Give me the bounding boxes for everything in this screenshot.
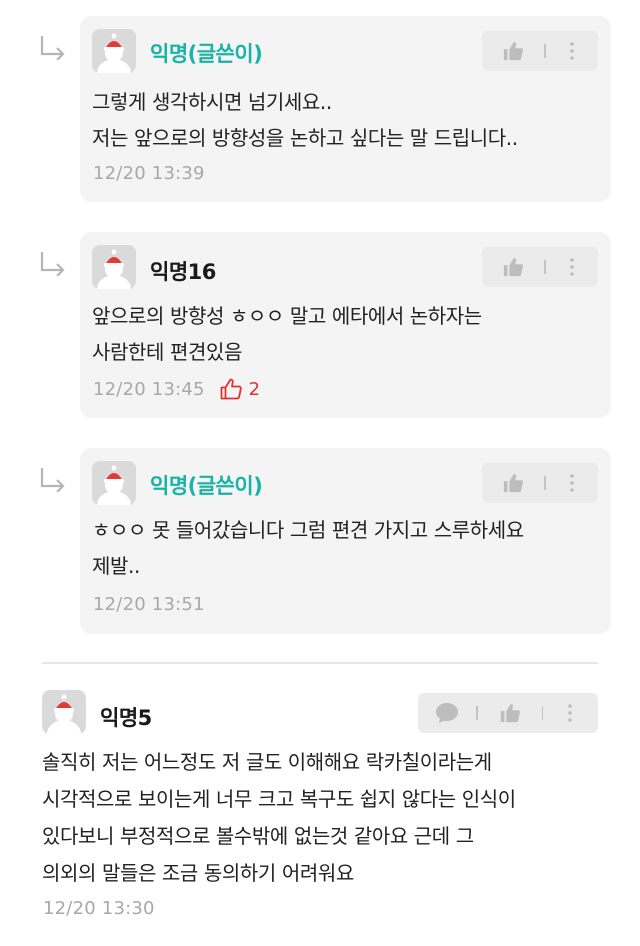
- comment-line: 솔직히 저는 어느정도 저 글도 이해해요 락카칠이라는게: [42, 750, 492, 774]
- more-vertical-icon: [568, 704, 572, 722]
- thumbs-up-icon: [500, 703, 520, 723]
- like-button[interactable]: [482, 31, 544, 71]
- thumbs-up-icon: [503, 257, 523, 277]
- comment-body: 앞으로의 방향성 ㅎㅇㅇ 말고 에타에서 논하자는 사람한테 편견있음: [92, 298, 482, 370]
- comment-meta: 12/20 13:39: [93, 163, 205, 184]
- santa-avatar-icon: [92, 461, 136, 505]
- speech-bubble-icon: [436, 703, 458, 723]
- avatar[interactable]: [42, 690, 86, 734]
- more-button[interactable]: [546, 247, 598, 287]
- santa-avatar-icon: [92, 245, 136, 289]
- more-vertical-icon: [569, 258, 574, 276]
- reply-arrow-icon: [40, 252, 65, 276]
- comment-meta: 12/20 13:30: [43, 898, 155, 919]
- comment-line: 시각적으로 보이는게 너무 크고 복구도 쉽지 않다는 인식이: [42, 787, 516, 811]
- more-vertical-icon: [569, 474, 574, 492]
- like-indicator-icon: [219, 377, 243, 401]
- nickname[interactable]: 익명(글쓴이): [150, 470, 263, 500]
- reply-comment: 익명16 앞으로의 방향성 ㅎㅇㅇ 말고 에타에서 논하자는 사람한테 편견있음…: [0, 232, 640, 418]
- comment-actions: [418, 693, 598, 733]
- comment-body: ㅎㅇㅇ 못 들어갔습니다 그럼 편견 가지고 스루하세요 제발..: [92, 512, 524, 584]
- nickname[interactable]: 익명16: [150, 256, 216, 286]
- avatar[interactable]: [92, 245, 136, 289]
- comment: 익명5 솔직히 저는 어느정도 저 글도 이해해요 락카칠이라는게 시각적으로 …: [0, 664, 640, 946]
- thumbs-up-icon: [503, 41, 523, 61]
- comment-meta: 12/20 13:45 2: [93, 377, 260, 401]
- reply-button[interactable]: [418, 693, 476, 733]
- timestamp: 12/20 13:51: [93, 594, 205, 615]
- reply-card: 익명16 앞으로의 방향성 ㅎㅇㅇ 말고 에타에서 논하자는 사람한테 편견있음…: [80, 232, 611, 418]
- comment-meta: 12/20 13:51: [93, 594, 205, 615]
- reply-comment: 익명(글쓴이) 그렇게 생각하시면 넘기세요.. 저는 앞으로의 방향성을 논하…: [0, 16, 640, 202]
- more-button[interactable]: [546, 463, 598, 503]
- more-button[interactable]: [546, 31, 598, 71]
- like-button[interactable]: [482, 247, 544, 287]
- reply-card: 익명(글쓴이) 그렇게 생각하시면 넘기세요.. 저는 앞으로의 방향성을 논하…: [80, 16, 611, 202]
- comment-line: 있다보니 부정적으로 볼수밖에 없는것 같아요 근데 그: [42, 824, 474, 848]
- like-button[interactable]: [482, 463, 544, 503]
- avatar[interactable]: [92, 29, 136, 73]
- like-count: 2: [248, 378, 261, 400]
- reply-arrow-icon: [40, 36, 65, 60]
- comment-actions: [482, 247, 598, 287]
- thumbs-up-outline-icon: [220, 378, 242, 400]
- more-vertical-icon: [569, 42, 574, 60]
- comment-body: 솔직히 저는 어느정도 저 글도 이해해요 락카칠이라는게 시각적으로 보이는게…: [42, 744, 516, 892]
- nickname[interactable]: 익명(글쓴이): [150, 38, 263, 68]
- avatar[interactable]: [92, 461, 136, 505]
- comment-line: 사람한테 편견있음: [92, 340, 242, 364]
- comment-line: 그렇게 생각하시면 넘기세요..: [92, 90, 332, 114]
- comment-line: ㅎㅇㅇ 못 들어갔습니다 그럼 편견 가지고 스루하세요: [92, 518, 524, 542]
- like-button[interactable]: [478, 693, 542, 733]
- timestamp: 12/20 13:39: [93, 163, 205, 184]
- timestamp: 12/20 13:45: [93, 378, 205, 400]
- comment-line: 앞으로의 방향성 ㅎㅇㅇ 말고 에타에서 논하자는: [92, 304, 482, 328]
- comment-body: 그렇게 생각하시면 넘기세요.. 저는 앞으로의 방향성을 논하고 싶다는 말 …: [92, 84, 518, 156]
- reply-card: 익명(글쓴이) ㅎㅇㅇ 못 들어갔습니다 그럼 편견 가지고 스루하세요 제발.…: [80, 448, 611, 634]
- comment-line: 저는 앞으로의 방향성을 논하고 싶다는 말 드립니다..: [92, 126, 518, 150]
- thumbs-up-icon: [503, 473, 523, 493]
- santa-avatar-icon: [92, 29, 136, 73]
- more-button[interactable]: [543, 693, 597, 733]
- nickname[interactable]: 익명5: [100, 702, 152, 732]
- reply-arrow-icon: [40, 468, 65, 492]
- timestamp: 12/20 13:30: [43, 898, 155, 919]
- comment-line: 제발..: [92, 554, 140, 578]
- comment-line: 의외의 말들은 조금 동의하기 어려워요: [42, 861, 354, 885]
- santa-avatar-icon: [42, 690, 86, 734]
- comment-actions: [482, 31, 598, 71]
- comment-actions: [482, 463, 598, 503]
- reply-comment: 익명(글쓴이) ㅎㅇㅇ 못 들어갔습니다 그럼 편견 가지고 스루하세요 제발.…: [0, 448, 640, 634]
